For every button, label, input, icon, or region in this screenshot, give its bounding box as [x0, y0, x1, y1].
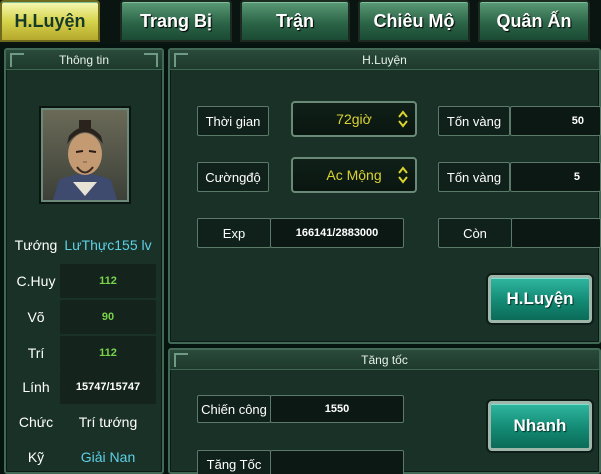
tab-training[interactable]: H.Luyện [0, 0, 100, 42]
stat-value-martial: 90 [60, 300, 156, 334]
fast-button[interactable]: Nhanh [488, 401, 592, 451]
stat-value-general: LưThực155 lv [64, 237, 152, 253]
stat-value-rank: Trí tướng [78, 414, 138, 430]
stat-value-skill: Giải Nan [80, 449, 136, 465]
gold-cost-value: 50 [510, 106, 601, 136]
gold-cost-value-2: 5 [510, 162, 601, 192]
tab-seal[interactable]: Quân Ấn [478, 0, 590, 42]
exp-value: 166141/2883000 [270, 218, 404, 248]
stat-label-intellect: Trí [27, 345, 45, 361]
training-panel-title: H.Luyện [170, 50, 599, 70]
merit-label: Chiến công [197, 395, 271, 423]
stat-value-command: 112 [60, 264, 156, 298]
time-select[interactable]: 72giờ [291, 101, 417, 137]
corner-ornament-icon [174, 353, 188, 367]
tab-equipment[interactable]: Trang Bị [120, 0, 232, 42]
time-select-value: 72giờ [336, 111, 372, 127]
speedup-label: Tăng Tốc [197, 450, 271, 474]
select-arrows-icon [398, 110, 408, 128]
time-label: Thời gian [197, 106, 269, 136]
merit-value: 1550 [270, 395, 404, 423]
gold-cost-label: Tốn vàng [438, 106, 510, 136]
remaining-label: Còn [438, 218, 512, 248]
corner-ornament-icon [174, 53, 188, 67]
stat-label-martial: Võ [27, 309, 45, 325]
exp-label: Exp [197, 218, 271, 248]
intensity-label: Cườngđộ [197, 162, 269, 192]
stat-value-intellect: 112 [60, 336, 156, 370]
stat-label-soldiers: Lính [22, 379, 50, 395]
gold-cost-label-2: Tốn vàng [438, 162, 510, 192]
stat-label-skill: Kỹ [27, 449, 45, 465]
general-portrait-image [43, 110, 127, 200]
corner-ornament-icon [10, 53, 24, 67]
tab-recruit[interactable]: Chiêu Mộ [358, 0, 470, 42]
stat-label-general: Tướng [14, 237, 58, 253]
intensity-select-value: Ac Mộng [326, 167, 382, 183]
tab-bar: H.Luyện Trang Bị Trận Chiêu Mộ Quân Ấn [0, 0, 601, 44]
speedup-value [270, 450, 404, 474]
select-arrows-icon [398, 166, 408, 184]
intensity-select[interactable]: Ac Mộng [291, 157, 417, 193]
remaining-value [511, 218, 601, 248]
stat-label-rank: Chức [18, 414, 54, 430]
train-button[interactable]: H.Luyện [488, 275, 592, 323]
stat-value-soldiers: 15747/15747 [60, 370, 156, 404]
corner-ornament-icon [144, 53, 158, 67]
tab-formation[interactable]: Trận [240, 0, 350, 42]
general-portrait [41, 108, 129, 202]
stat-label-command: C.Huy [16, 273, 56, 289]
info-panel-title: Thông tin [6, 50, 162, 70]
speedup-panel-title: Tăng tốc [170, 350, 599, 370]
